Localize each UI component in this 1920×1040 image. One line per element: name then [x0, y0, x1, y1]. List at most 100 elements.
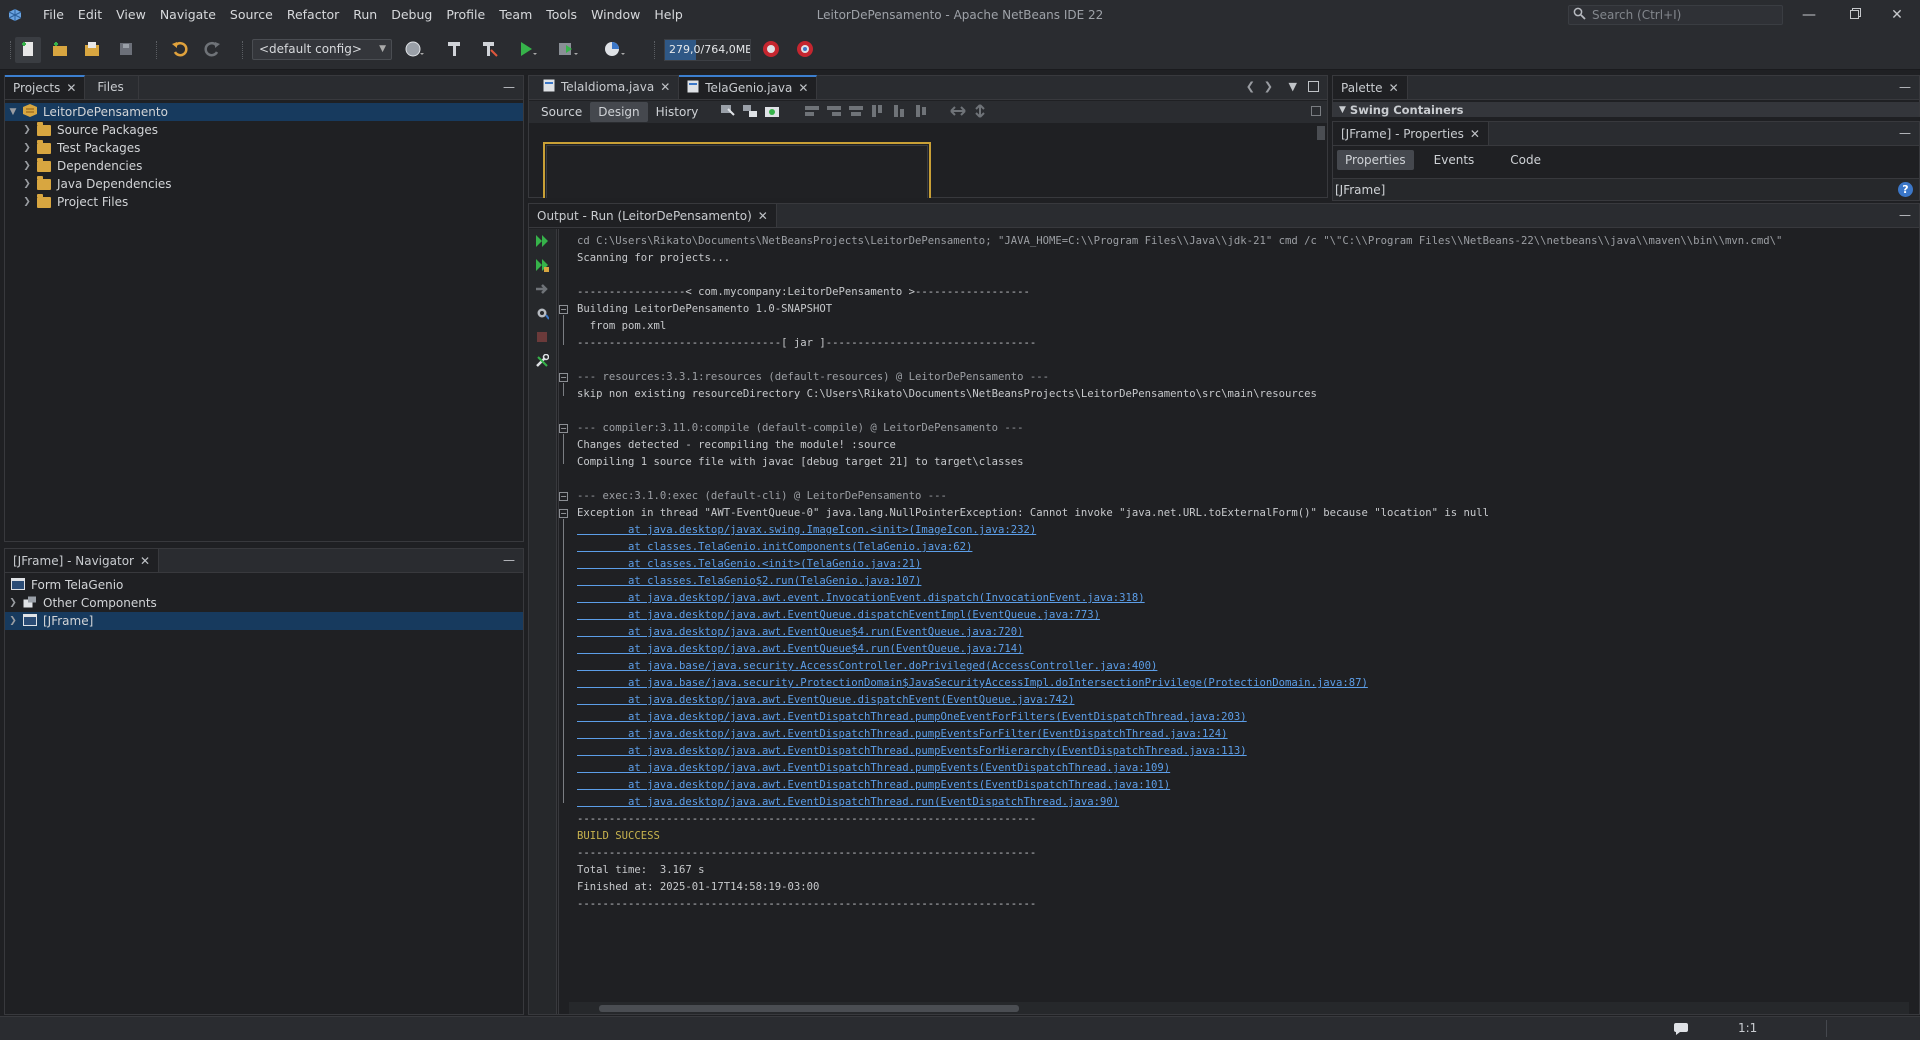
clean-build-button[interactable] [476, 37, 502, 63]
output-horizontal-scrollbar[interactable] [569, 1002, 1909, 1014]
stacktrace-link[interactable]: at java.desktop/java.awt.EventQueue.disp… [577, 692, 1782, 709]
tree-item-java-dependencies[interactable]: ❯ Java Dependencies [5, 175, 172, 193]
chevron-down-icon[interactable]: ▼ [7, 107, 19, 117]
notifications-icon[interactable] [1672, 1021, 1688, 1039]
chevron-right-icon[interactable]: ❯ [7, 616, 19, 626]
tree-item-test-packages[interactable]: ❯ Test Packages [5, 139, 140, 157]
fold-toggle[interactable]: − [559, 509, 568, 518]
stacktrace-link[interactable]: at java.desktop/javax.swing.ImageIcon.<i… [577, 522, 1782, 539]
menu-file[interactable]: File [36, 0, 71, 30]
tab-telaidioma[interactable]: TelaIdioma.java ✕ [535, 75, 680, 99]
tab-projects[interactable]: Projects ✕ [5, 75, 86, 99]
tree-item-source-packages[interactable]: ❯ Source Packages [5, 121, 158, 139]
center-horizontally-icon[interactable] [848, 104, 864, 121]
menu-edit[interactable]: Edit [71, 0, 109, 30]
help-icon[interactable]: ? [1898, 182, 1913, 197]
stacktrace-link[interactable]: at java.desktop/java.awt.EventDispatchTh… [577, 743, 1782, 760]
stacktrace-link[interactable]: at classes.TelaGenio$2.run(TelaGenio.jav… [577, 573, 1782, 590]
stacktrace-link[interactable]: at java.desktop/java.awt.EventDispatchTh… [577, 709, 1782, 726]
align-right-icon[interactable] [826, 104, 842, 121]
close-icon[interactable]: ✕ [1470, 127, 1480, 141]
tree-item-dependencies[interactable]: ❯ Dependencies [5, 157, 142, 175]
connection-mode-icon[interactable] [742, 104, 758, 121]
tab-source[interactable]: Source [533, 102, 590, 122]
tab-palette[interactable]: Palette ✕ [1333, 75, 1408, 99]
tree-item-form[interactable]: Form TelaGenio [5, 576, 123, 594]
stacktrace-link[interactable]: at java.desktop/java.awt.EventQueue$4.ru… [577, 641, 1782, 658]
chevron-right-icon[interactable]: ❯ [21, 179, 33, 189]
stacktrace-link[interactable]: at classes.TelaGenio.<init>(TelaGenio.ja… [577, 556, 1782, 573]
chevron-right-icon[interactable]: ❯ [7, 598, 19, 608]
scroll-tabs-left-icon[interactable]: ❮ [1246, 80, 1255, 93]
configuration-select[interactable]: <default config> ▼ [252, 39, 392, 60]
tab-files[interactable]: Files [85, 75, 139, 99]
minimize-panel-icon[interactable]: — [1899, 126, 1911, 140]
tab-events[interactable]: Events [1418, 150, 1491, 170]
close-icon[interactable]: ✕ [660, 80, 670, 94]
save-all-button[interactable] [113, 37, 139, 63]
browser-button[interactable] [401, 37, 427, 63]
palette-category-swing-containers[interactable]: ▼ Swing Containers [1333, 102, 1919, 117]
minimize-panel-icon[interactable]: — [1899, 208, 1911, 222]
tree-item-jframe[interactable]: ❯ [JFrame] [5, 612, 523, 630]
stacktrace-link[interactable]: at java.desktop/java.awt.EventDispatchTh… [577, 794, 1782, 811]
stacktrace-link[interactable]: at java.desktop/java.awt.event.Invocatio… [577, 590, 1782, 607]
tab-history[interactable]: History [648, 102, 707, 122]
tab-properties-window[interactable]: [JFrame] - Properties ✕ [1333, 121, 1489, 145]
stacktrace-link[interactable]: at java.desktop/java.awt.EventDispatchTh… [577, 760, 1782, 777]
snapshot-button[interactable] [792, 37, 818, 63]
profile-project-button[interactable] [602, 37, 628, 63]
search-box[interactable]: Search (Ctrl+I) [1568, 5, 1783, 25]
selection-mode-icon[interactable] [720, 104, 736, 121]
chevron-right-icon[interactable]: ❯ [21, 161, 33, 171]
close-icon[interactable]: ✕ [1389, 81, 1399, 95]
editor-scrollbar[interactable] [1317, 126, 1325, 140]
fold-toggle[interactable]: − [559, 492, 568, 501]
tab-navigator[interactable]: [JFrame] - Navigator ✕ [5, 548, 160, 572]
maximize-icon[interactable] [1308, 81, 1319, 92]
settings-gear-icon[interactable] [535, 306, 549, 320]
menu-help[interactable]: Help [647, 0, 690, 30]
fold-toggle[interactable]: − [559, 424, 568, 433]
menu-source[interactable]: Source [223, 0, 280, 30]
tools-icon[interactable] [535, 354, 549, 368]
scrollbar-thumb[interactable] [599, 1005, 1019, 1012]
run-project-button[interactable] [515, 37, 541, 63]
gc-button[interactable] [758, 37, 784, 63]
align-bottom-icon[interactable] [892, 104, 908, 121]
tab-design[interactable]: Design [590, 102, 648, 122]
tree-item-project-files[interactable]: ❯ Project Files [5, 193, 128, 211]
minimize-panel-icon[interactable]: — [503, 553, 515, 567]
close-icon[interactable]: ✕ [758, 209, 768, 223]
stacktrace-link[interactable]: at java.desktop/java.awt.EventDispatchTh… [577, 777, 1782, 794]
memory-indicator[interactable]: 279,0/764,0MB [664, 39, 751, 61]
stacktrace-link[interactable]: at java.base/java.security.ProtectionDom… [577, 675, 1782, 692]
chevron-right-icon[interactable]: ❯ [21, 125, 33, 135]
menu-view[interactable]: View [109, 0, 153, 30]
horizontal-resize-icon[interactable] [950, 104, 967, 121]
stacktrace-link[interactable]: at java.desktop/java.awt.EventDispatchTh… [577, 726, 1782, 743]
vertical-resize-icon[interactable] [974, 103, 986, 121]
undo-button[interactable] [167, 37, 193, 63]
resume-icon[interactable] [535, 282, 549, 296]
close-icon[interactable]: ✕ [798, 81, 808, 95]
stacktrace-link[interactable]: at java.desktop/java.awt.EventQueue.disp… [577, 607, 1782, 624]
build-button[interactable] [441, 37, 467, 63]
minimize-panel-icon[interactable]: — [503, 80, 515, 94]
minimize-panel-icon[interactable]: — [1899, 80, 1911, 94]
chevron-right-icon[interactable]: ❯ [21, 143, 33, 153]
fold-toggle[interactable]: − [559, 305, 568, 314]
menu-window[interactable]: Window [584, 0, 647, 30]
chevron-down-icon[interactable]: ▼ [1289, 80, 1297, 93]
close-icon[interactable]: ✕ [66, 81, 76, 95]
menu-refactor[interactable]: Refactor [280, 0, 346, 30]
stacktrace-link[interactable]: at java.desktop/java.awt.EventQueue$4.ru… [577, 624, 1782, 641]
stacktrace-link[interactable]: at classes.TelaGenio.initComponents(Tela… [577, 539, 1782, 556]
preview-design-icon[interactable] [764, 104, 780, 121]
new-project-button[interactable] [47, 37, 73, 63]
minimize-window-button[interactable]: — [1786, 0, 1832, 30]
scroll-tabs-right-icon[interactable]: ❯ [1264, 80, 1273, 93]
design-options-icon[interactable] [1311, 106, 1321, 116]
tab-properties[interactable]: Properties [1337, 150, 1414, 170]
center-vertically-icon[interactable] [914, 104, 930, 121]
